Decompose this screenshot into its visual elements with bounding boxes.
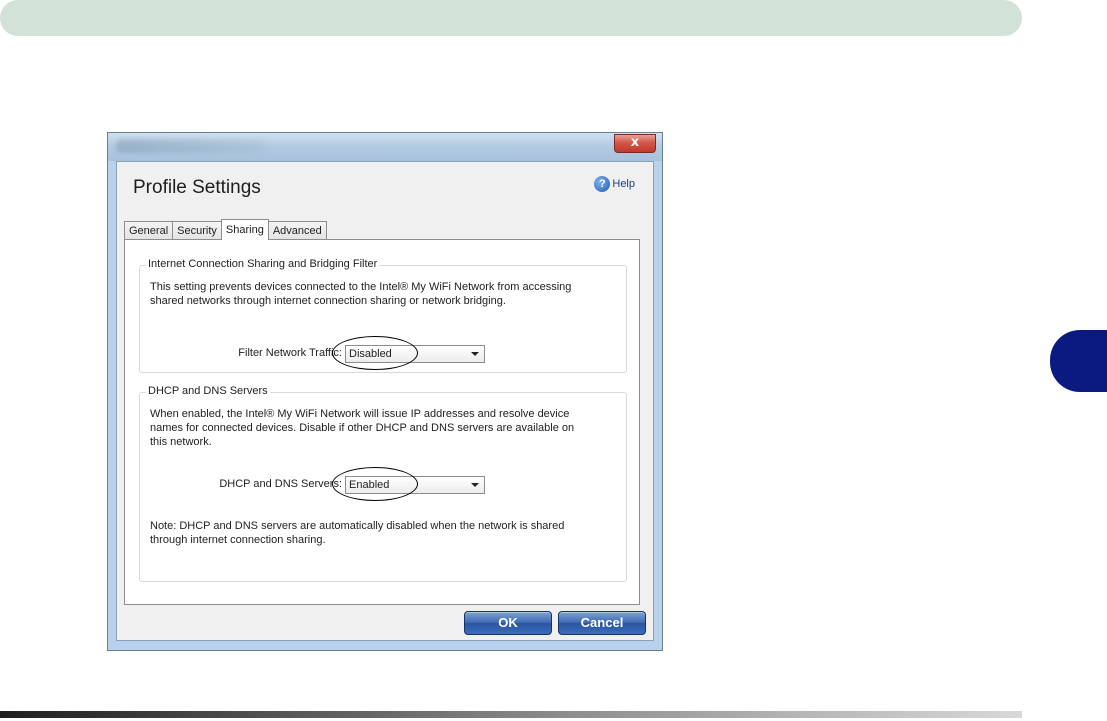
dhcp-note-line-2: through internet connection sharing. (150, 534, 326, 546)
dhcp-dns-label: DHCP and DNS Servers: (219, 478, 342, 490)
chevron-down-icon (471, 352, 479, 356)
dhcp-description-line-1: When enabled, the Intel® My WiFi Network… (150, 408, 570, 420)
filter-traffic-label: Filter Network Traffic: (238, 347, 342, 359)
cancel-button[interactable]: Cancel (558, 611, 646, 635)
tab-strip: General Security Sharing Advanced (124, 219, 327, 240)
chevron-down-icon (471, 483, 479, 487)
manual-footer-rule (0, 711, 1022, 718)
dhcp-description-line-2: names for connected devices. Disable if … (150, 422, 575, 434)
dhcp-description-line-3: this network. (150, 436, 212, 448)
chapter-tab-marker (1050, 330, 1107, 392)
sharing-tab-panel: Internet Connection Sharing and Bridging… (124, 239, 640, 605)
tab-general[interactable]: General (124, 221, 174, 240)
dhcp-groupbox: DHCP and DNS Servers When enabled, the I… (139, 385, 627, 582)
tab-security[interactable]: Security (172, 221, 222, 240)
dialog-client-area: Profile Settings ? Help General Security… (116, 161, 654, 641)
window-titlebar[interactable]: x (108, 133, 662, 161)
ok-button[interactable]: OK (464, 611, 552, 635)
tab-advanced[interactable]: Advanced (267, 221, 327, 240)
filter-groupbox: Internet Connection Sharing and Bridging… (139, 258, 627, 373)
blurred-window-title (116, 139, 266, 153)
help-link[interactable]: ? Help (594, 176, 635, 192)
help-icon: ? (594, 176, 611, 192)
filter-group-legend: Internet Connection Sharing and Bridging… (146, 258, 380, 270)
tab-sharing[interactable]: Sharing (220, 219, 269, 240)
manual-header-band (0, 0, 1022, 36)
dhcp-note-line-1: Note: DHCP and DNS servers are automatic… (150, 520, 565, 532)
profile-settings-window: x Profile Settings ? Help General Securi… (107, 132, 663, 651)
help-label: Help (612, 178, 635, 190)
filter-description-line-2: shared networks through internet connect… (150, 295, 506, 307)
filter-description-line-1: This setting prevents devices connected … (150, 281, 572, 293)
dialog-title: Profile Settings (133, 177, 261, 198)
dhcp-group-legend: DHCP and DNS Servers (146, 385, 270, 397)
callout-circle (332, 467, 418, 501)
callout-circle (332, 336, 418, 370)
close-button[interactable]: x (614, 134, 656, 153)
